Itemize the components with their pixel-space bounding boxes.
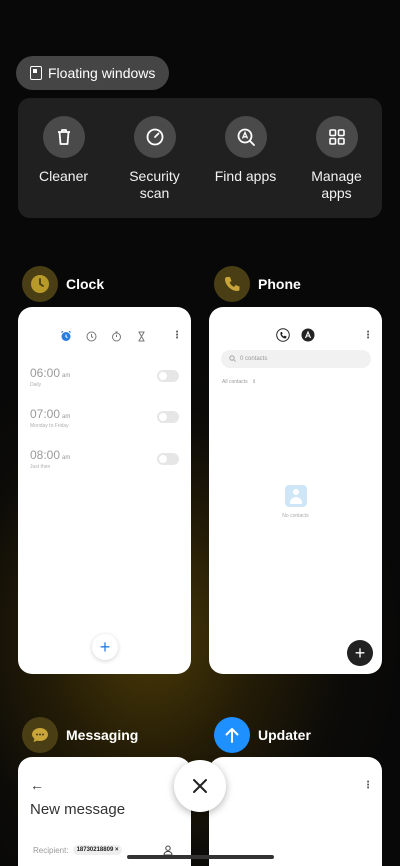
- security-scan-label: Security scan: [129, 168, 180, 201]
- close-icon: [193, 779, 207, 793]
- updater-app-card[interactable]: ⋮: [209, 757, 382, 866]
- contacts-search-placeholder: 0 contacts: [240, 356, 268, 362]
- contacts-search-input[interactable]: 0 contacts: [221, 350, 371, 368]
- contacts-filter-dropdown[interactable]: All contacts ⇕: [222, 379, 256, 385]
- add-alarm-button[interactable]: +: [92, 634, 118, 660]
- add-contact-button[interactable]: +: [347, 640, 373, 666]
- updater-app-icon: [214, 717, 250, 753]
- alarm-repeat: Just then: [30, 464, 51, 470]
- updater-more-icon[interactable]: ⋮: [363, 781, 373, 791]
- phone-tab-icon[interactable]: [276, 328, 290, 347]
- find-apps-button[interactable]: Find apps: [201, 116, 291, 218]
- security-scan-button[interactable]: Security scan: [110, 116, 200, 218]
- phone-app-card[interactable]: ⋮ 0 contacts All contacts ⇕ No contacts …: [209, 307, 382, 674]
- plus-icon: +: [354, 643, 366, 663]
- alarm-toggle[interactable]: [157, 370, 179, 382]
- clear-all-button[interactable]: [174, 760, 226, 812]
- alarm-time-value: 06:00: [30, 366, 61, 380]
- find-apps-label: Find apps: [214, 168, 277, 184]
- empty-contacts-state: No contacts: [209, 485, 382, 519]
- alarm-tab-icon[interactable]: [60, 329, 72, 347]
- cleaner-button[interactable]: Cleaner: [19, 116, 109, 218]
- messaging-app-icon: [22, 717, 58, 753]
- alarm-toggle[interactable]: [157, 453, 179, 465]
- back-arrow-icon[interactable]: ←: [30, 777, 44, 793]
- contact-placeholder-icon: [284, 485, 307, 507]
- messaging-app-name: Messaging: [66, 727, 139, 743]
- trash-icon: [42, 116, 85, 158]
- alarm-repeat: Monday to Friday: [30, 423, 69, 429]
- home-indicator[interactable]: [127, 855, 274, 859]
- alarm-ampm: am: [62, 373, 71, 379]
- phone-app-icon: [214, 266, 250, 302]
- timer-tab-icon[interactable]: [136, 329, 147, 347]
- search-icon: [229, 354, 236, 364]
- alarm-ampm: am: [62, 455, 71, 461]
- messaging-app-header[interactable]: Messaging: [22, 717, 138, 753]
- clock-app-header[interactable]: Clock: [22, 266, 104, 302]
- manage-apps-button[interactable]: Manage apps: [292, 116, 382, 218]
- alarm-repeat: Daily: [30, 382, 42, 388]
- quick-tools-panel: Cleaner Security scan Find apps Manage a…: [18, 98, 382, 218]
- plus-icon: +: [99, 637, 111, 657]
- clock-app-icon: [22, 266, 58, 302]
- alarm-time-value: 08:00: [30, 448, 61, 462]
- world-clock-tab-icon[interactable]: [86, 329, 97, 347]
- clock-tabs: [60, 329, 147, 347]
- filter-chevron-icon: ⇕: [251, 379, 257, 385]
- floating-windows-label: Floating windows: [48, 65, 156, 81]
- updater-app-header[interactable]: Updater: [214, 717, 311, 753]
- new-message-title: New message: [30, 801, 126, 818]
- updater-app-name: Updater: [258, 727, 311, 743]
- recipient-label: Recipient:: [33, 845, 69, 855]
- grid-icon: [315, 116, 358, 158]
- recipient-chip[interactable]: 18730218809 ×: [72, 845, 123, 855]
- search-apps-icon: [224, 116, 267, 158]
- contacts-filter-label: All contacts: [222, 379, 248, 385]
- cleaner-label: Cleaner: [38, 168, 89, 184]
- alarm-time-value: 07:00: [30, 407, 61, 421]
- floating-windows-button[interactable]: Floating windows: [16, 56, 170, 90]
- alarm-ampm: am: [62, 414, 71, 420]
- gauge-icon: [133, 116, 176, 158]
- alarm-toggle[interactable]: [157, 411, 179, 423]
- floating-window-icon: [30, 66, 42, 80]
- phone-more-icon[interactable]: ⋮: [363, 331, 373, 341]
- phone-app-header[interactable]: Phone: [214, 266, 301, 302]
- clock-more-icon[interactable]: ⋮: [172, 331, 182, 341]
- empty-contacts-text: No contacts: [282, 513, 309, 519]
- stopwatch-tab-icon[interactable]: [111, 329, 122, 347]
- manage-apps-label: Manage apps: [311, 168, 362, 201]
- recipient-field[interactable]: Recipient: 18730218809 ×: [33, 845, 123, 855]
- phone-app-name: Phone: [258, 276, 301, 292]
- clock-app-card[interactable]: ⋮ 06:00 am Daily 07:00 am Monday to Friday…: [18, 307, 191, 674]
- contacts-tab-icon[interactable]: [301, 328, 315, 347]
- clock-app-name: Clock: [66, 276, 105, 292]
- messaging-app-card[interactable]: ← New message Recipient: 18730218809 ×: [18, 757, 191, 866]
